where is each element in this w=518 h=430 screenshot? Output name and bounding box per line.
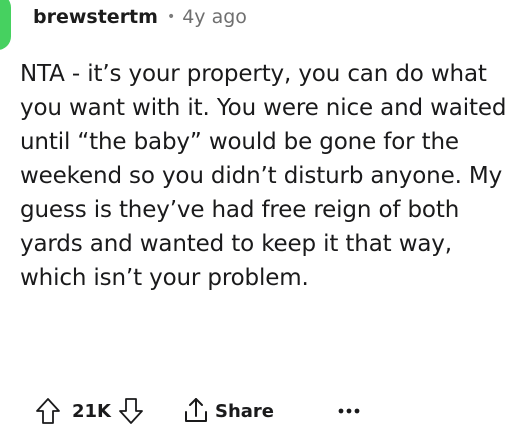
comment-actions: 21K Share	[20, 392, 366, 430]
share-icon	[185, 398, 207, 422]
more-options-icon	[338, 408, 360, 414]
downvote-button[interactable]	[113, 393, 149, 429]
upvote-button[interactable]	[30, 393, 66, 429]
comment: brewstertm • 4y ago NTA - it’s your prop…	[0, 0, 518, 425]
comment-meta: brewstertm • 4y ago	[33, 4, 247, 30]
vote-score: 21K	[72, 400, 111, 422]
arrow-up-icon	[36, 398, 60, 424]
meta-separator: •	[166, 9, 176, 25]
avatar[interactable]	[0, 0, 11, 50]
share-label: Share	[215, 400, 275, 422]
arrow-down-icon	[119, 398, 143, 424]
comment-body: NTA - it’s your property, you can do wha…	[20, 61, 507, 291]
share-button[interactable]: Share	[181, 396, 274, 426]
timestamp: 4y ago	[182, 6, 247, 28]
author-name[interactable]: brewstertm	[33, 6, 158, 28]
more-options-button[interactable]	[332, 396, 366, 426]
